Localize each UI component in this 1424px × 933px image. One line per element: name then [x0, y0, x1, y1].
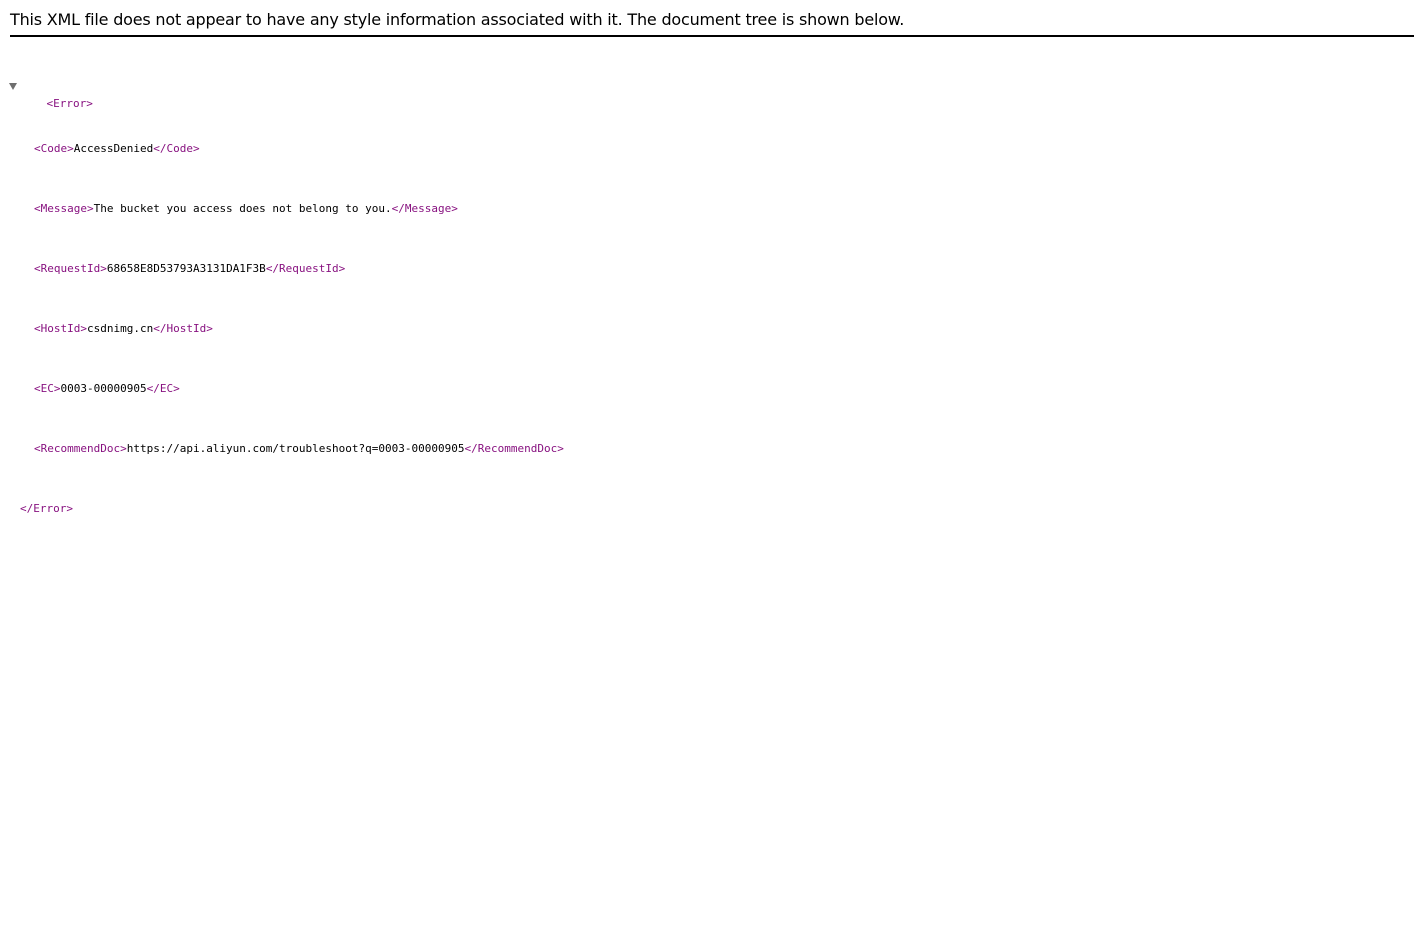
header-divider	[10, 35, 1414, 37]
element-open-tag: <Code>	[34, 142, 74, 155]
element-value: AccessDenied	[73, 142, 154, 155]
element-close-tag: </RequestId>	[265, 262, 346, 275]
element-close-tag: </EC>	[146, 382, 180, 395]
element-close-tag: </RecommendDoc>	[464, 442, 564, 455]
element-open-tag: <RecommendDoc>	[34, 442, 127, 455]
element-open-tag: <EC>	[34, 382, 61, 395]
element-value: csdnimg.cn	[86, 322, 154, 335]
xml-element-line: <HostId>csdnimg.cn</HostId>	[0, 321, 564, 336]
root-open-tag: <Error>	[46, 97, 93, 110]
root-close-line: </Error>	[0, 501, 564, 516]
root-close-tag: </Error>	[20, 502, 73, 515]
xml-style-notice: This XML file does not appear to have an…	[10, 10, 905, 29]
xml-element-line: <Message>The bucket you access does not …	[0, 201, 564, 216]
element-open-tag: <RequestId>	[34, 262, 107, 275]
xml-element-line: <EC>0003-00000905</EC>	[0, 381, 564, 396]
element-close-tag: </Message>	[391, 202, 458, 215]
xml-element-line: <Code>AccessDenied</Code>	[0, 141, 564, 156]
element-value: 68658E8D53793A3131DA1F3B	[106, 262, 266, 275]
element-open-tag: <Message>	[34, 202, 94, 215]
collapse-triangle-icon[interactable]	[9, 83, 17, 90]
xml-element-line: <RequestId>68658E8D53793A3131DA1F3B</Req…	[0, 261, 564, 276]
xml-element-line: <RecommendDoc>https://api.aliyun.com/tro…	[0, 441, 564, 456]
root-open-line: <Error>	[0, 81, 564, 110]
element-value: 0003-00000905	[60, 382, 147, 395]
element-open-tag: <HostId>	[34, 322, 87, 335]
element-close-tag: </HostId>	[153, 322, 213, 335]
element-value: https://api.aliyun.com/troubleshoot?q=00…	[126, 442, 465, 455]
element-close-tag: </Code>	[153, 142, 200, 155]
element-value: The bucket you access does not belong to…	[93, 202, 392, 215]
xml-document-tree: <Error> <Code>AccessDenied</Code> <Messa…	[0, 51, 564, 531]
